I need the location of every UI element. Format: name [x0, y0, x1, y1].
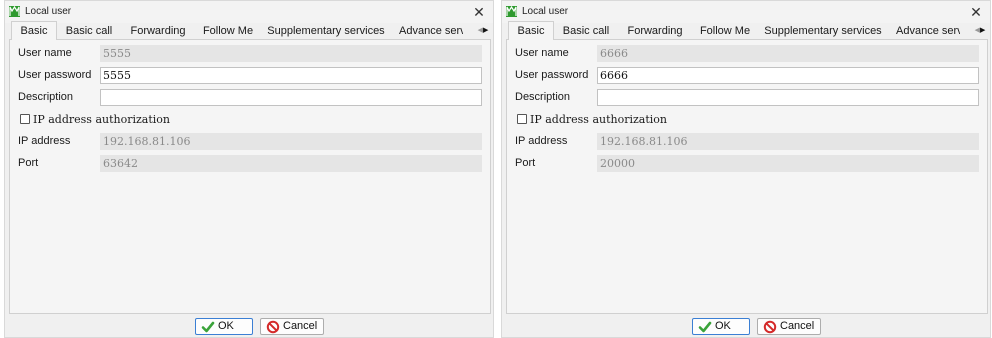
- app-logo-icon: [9, 6, 20, 17]
- tab-bar: Basic Basic call Forwarding Follow Me Su…: [506, 21, 988, 40]
- description-field[interactable]: [100, 89, 482, 106]
- user-name-label: User name: [18, 47, 72, 59]
- tab-supplementary-services[interactable]: Supplementary services: [756, 23, 890, 40]
- user-name-field: 5555: [100, 45, 482, 62]
- cancel-button[interactable]: Cancel: [757, 318, 821, 335]
- cancel-button-label: Cancel: [780, 320, 815, 332]
- ip-auth-row[interactable]: IP address authorization: [16, 111, 316, 128]
- user-name-label: User name: [515, 47, 569, 59]
- checkmark-icon: [201, 321, 215, 333]
- ip-address-label: IP address: [515, 135, 568, 147]
- ok-button-label: OK: [218, 320, 234, 332]
- chevron-right-icon[interactable]: ▶: [980, 24, 985, 38]
- tab-forwarding[interactable]: Forwarding: [618, 23, 692, 40]
- user-password-label: User password: [515, 69, 589, 81]
- tab-supplementary-services[interactable]: Supplementary services: [259, 23, 393, 40]
- close-icon[interactable]: ✕: [966, 2, 986, 22]
- cancel-button-label: Cancel: [283, 320, 318, 332]
- ok-button[interactable]: OK: [195, 318, 253, 335]
- local-user-dialog: Local user ✕ Basic Basic call Forwarding…: [501, 0, 991, 338]
- basic-tab-panel: User name 5555 User password 5555 Descri…: [9, 39, 491, 314]
- tab-bar: Basic Basic call Forwarding Follow Me Su…: [9, 21, 491, 40]
- port-label: Port: [18, 157, 39, 169]
- cancel-icon: [763, 320, 777, 334]
- user-name-field: 6666: [597, 45, 979, 62]
- chevron-right-icon[interactable]: ▶: [483, 24, 488, 38]
- ip-auth-checkbox[interactable]: [20, 114, 30, 124]
- description-label: Description: [515, 91, 571, 103]
- ip-auth-checkbox[interactable]: [517, 114, 527, 124]
- description-field[interactable]: [597, 89, 979, 106]
- ip-auth-label[interactable]: IP address authorization: [530, 111, 667, 128]
- user-password-field[interactable]: 5555: [100, 67, 482, 84]
- ip-auth-row[interactable]: IP address authorization: [513, 111, 813, 128]
- user-password-label: User password: [18, 69, 92, 81]
- description-label: Description: [18, 91, 74, 103]
- user-password-field[interactable]: 6666: [597, 67, 979, 84]
- cancel-icon: [266, 320, 280, 334]
- app-logo-icon: [506, 6, 517, 17]
- ip-address-label: IP address: [18, 135, 71, 147]
- tab-scroll-buttons[interactable]: ◀▶: [475, 24, 491, 38]
- title-bar[interactable]: Local user ✕: [502, 1, 990, 23]
- tab-basic[interactable]: Basic: [508, 21, 554, 40]
- ip-auth-label[interactable]: IP address authorization: [33, 111, 170, 128]
- tab-basic-call[interactable]: Basic call: [556, 23, 616, 40]
- basic-tab-panel: User name 6666 User password 6666 Descri…: [506, 39, 988, 314]
- port-label: Port: [515, 157, 536, 169]
- tab-scroll-buttons[interactable]: ◀▶: [972, 24, 988, 38]
- ip-address-field: 192.168.81.106: [597, 133, 979, 150]
- tab-basic-call[interactable]: Basic call: [59, 23, 119, 40]
- window-title: Local user: [25, 6, 72, 17]
- checkmark-icon: [698, 321, 712, 333]
- port-field: 63642: [100, 155, 482, 172]
- tab-forwarding[interactable]: Forwarding: [121, 23, 195, 40]
- tab-basic[interactable]: Basic: [11, 21, 57, 40]
- title-bar[interactable]: Local user ✕: [5, 1, 493, 23]
- tab-follow-me[interactable]: Follow Me: [197, 23, 259, 40]
- tab-advance-services[interactable]: Advance serv: [399, 23, 463, 40]
- tab-follow-me[interactable]: Follow Me: [694, 23, 756, 40]
- cancel-button[interactable]: Cancel: [260, 318, 324, 335]
- port-field: 20000: [597, 155, 979, 172]
- close-icon[interactable]: ✕: [469, 2, 489, 22]
- local-user-dialog: Local user ✕ Basic Basic call Forwarding…: [4, 0, 494, 338]
- window-title: Local user: [522, 6, 569, 17]
- ip-address-field: 192.168.81.106: [100, 133, 482, 150]
- ok-button[interactable]: OK: [692, 318, 750, 335]
- tab-advance-services[interactable]: Advance serv: [896, 23, 960, 40]
- ok-button-label: OK: [715, 320, 731, 332]
